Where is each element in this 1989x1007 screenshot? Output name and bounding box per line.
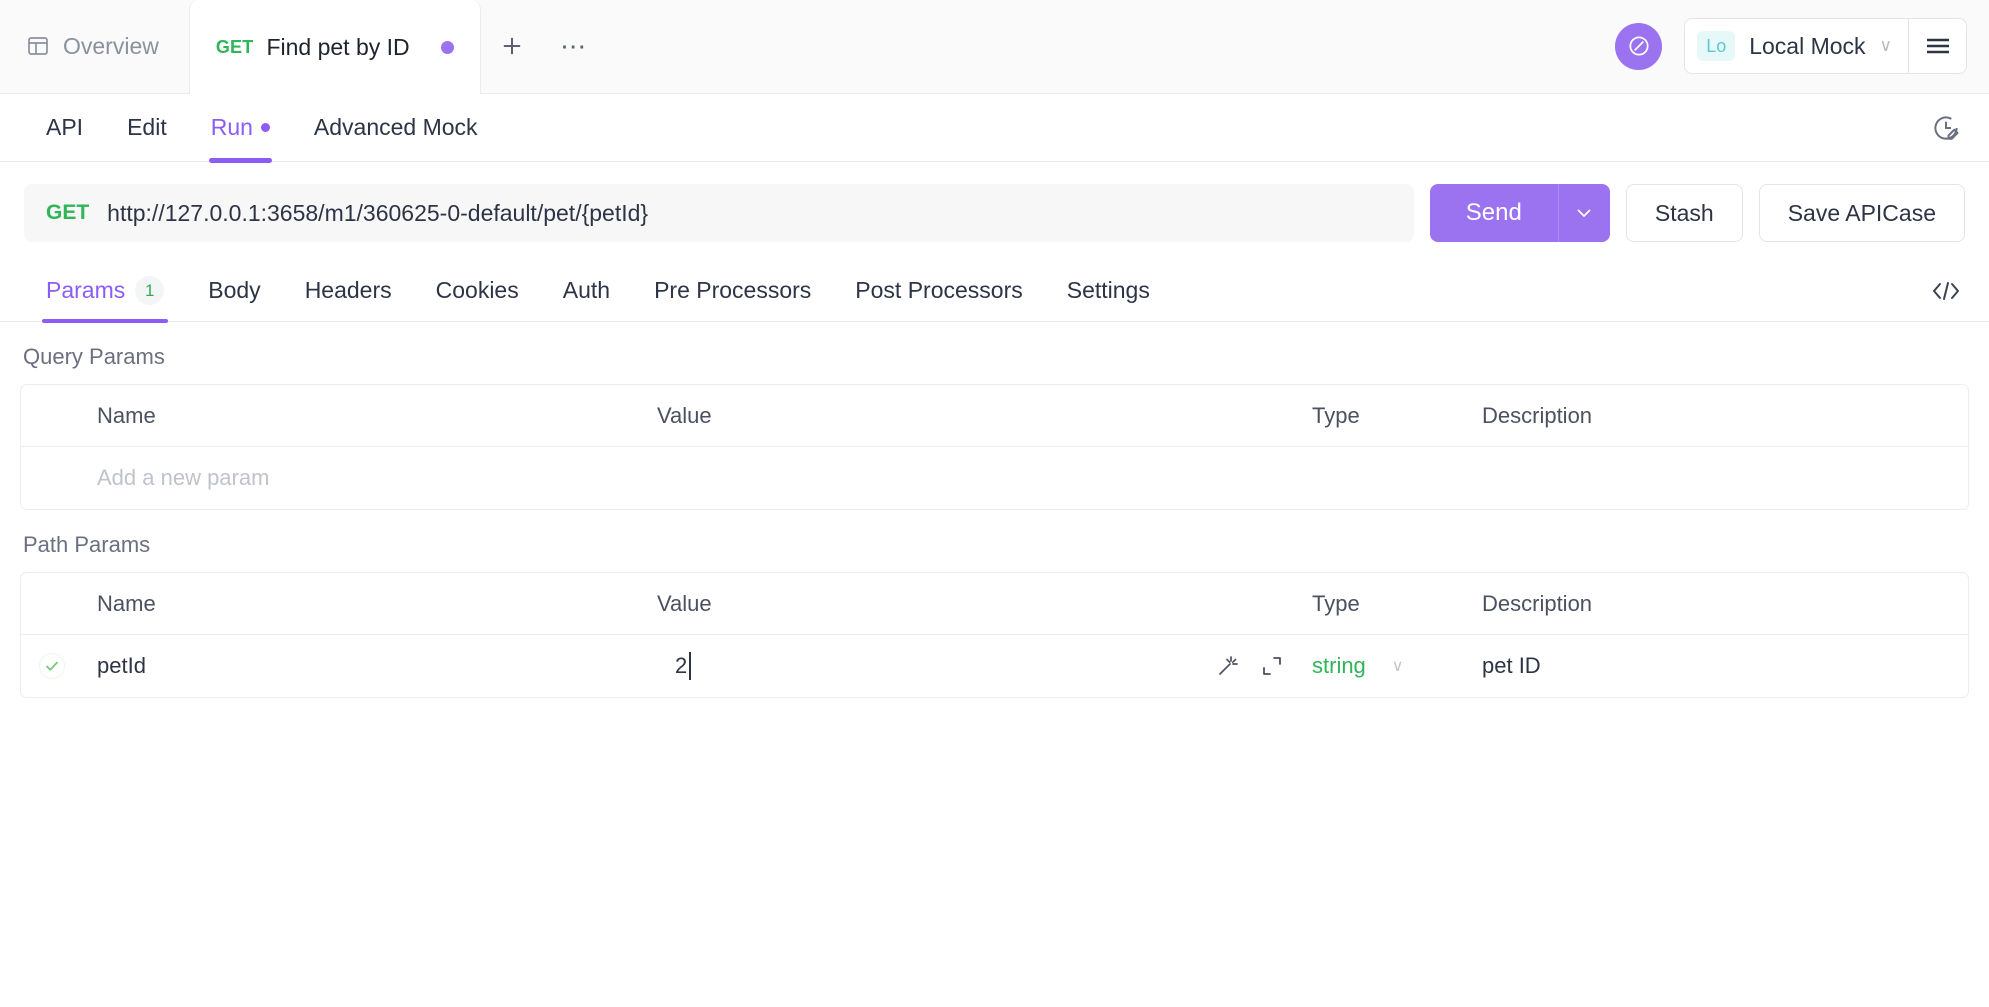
path-params-header-type: Type bbox=[1312, 590, 1360, 616]
environment-badge: Lo bbox=[1697, 31, 1736, 61]
send-button-label: Send bbox=[1465, 199, 1522, 226]
tab-run[interactable]: Run bbox=[189, 94, 292, 163]
tab-advanced-mock[interactable]: Advanced Mock bbox=[292, 94, 500, 162]
send-button-group: Send bbox=[1429, 184, 1610, 242]
tab-auth-label: Auth bbox=[562, 277, 611, 303]
magic-wand-icon[interactable] bbox=[1216, 654, 1240, 678]
tab-settings[interactable]: Settings bbox=[1045, 260, 1172, 322]
path-param-type-value: string bbox=[1312, 653, 1366, 678]
tab-api-label: API bbox=[46, 114, 84, 140]
text-caret bbox=[689, 652, 692, 680]
param-tabs-right-actions bbox=[1931, 280, 1989, 302]
url-input[interactable]: GET http://127.0.0.1:3658/m1/360625-0-de… bbox=[24, 184, 1414, 242]
unsaved-changes-dot bbox=[440, 40, 454, 54]
query-params-empty-row[interactable]: Add a new param bbox=[21, 447, 1968, 509]
tab-method-badge: GET bbox=[215, 36, 254, 57]
path-params-header-value: Value bbox=[657, 590, 712, 616]
query-params-header-type: Type bbox=[1312, 402, 1360, 428]
query-params-header-name: Name bbox=[97, 402, 156, 428]
query-params-header-value: Value bbox=[657, 402, 712, 428]
tab-edit[interactable]: Edit bbox=[105, 94, 189, 162]
tab-settings-label: Settings bbox=[1066, 277, 1150, 303]
query-params-title: Query Params bbox=[23, 344, 165, 369]
request-url-text: http://127.0.0.1:3658/m1/360625-0-defaul… bbox=[107, 199, 649, 226]
subnav-right-actions bbox=[1931, 113, 1989, 143]
chevron-down-icon: ∨ bbox=[1879, 36, 1892, 55]
query-params-header-description: Description bbox=[1482, 402, 1593, 428]
stash-button-label: Stash bbox=[1654, 199, 1714, 226]
tab-find-pet-by-id[interactable]: GET Find pet by ID bbox=[188, 0, 481, 94]
path-param-row-icons bbox=[1202, 654, 1298, 678]
send-options-button[interactable] bbox=[1557, 184, 1610, 242]
tab-body[interactable]: Body bbox=[186, 260, 282, 322]
environment-selector[interactable]: Lo Local Mock ∨ bbox=[1685, 19, 1908, 73]
save-apicase-button[interactable]: Save APICase bbox=[1758, 184, 1965, 242]
tab-api[interactable]: API bbox=[24, 94, 105, 162]
environment-selector-group: Lo Local Mock ∨ bbox=[1684, 18, 1967, 74]
path-params-table: Name Value Type Description petId 2 stri… bbox=[20, 572, 1969, 698]
menu-button[interactable] bbox=[1908, 19, 1966, 73]
tab-post-processors[interactable]: Post Processors bbox=[833, 260, 1044, 322]
params-panel: Query Params Name Value Type Description… bbox=[0, 322, 1989, 698]
chevron-down-icon bbox=[1576, 208, 1592, 218]
tab-advanced-mock-label: Advanced Mock bbox=[313, 114, 478, 140]
tab-params-label: Params bbox=[46, 277, 126, 303]
path-params-header-row: Name Value Type Description bbox=[21, 573, 1968, 635]
query-params-table: Name Value Type Description Add a new pa… bbox=[20, 384, 1969, 510]
tab-title: Find pet by ID bbox=[266, 33, 410, 60]
tab-body-label: Body bbox=[208, 277, 261, 303]
query-params-header-row: Name Value Type Description bbox=[21, 385, 1968, 447]
more-tabs-button[interactable]: ⋯ bbox=[543, 0, 605, 93]
request-url-row: GET http://127.0.0.1:3658/m1/360625-0-de… bbox=[0, 162, 1989, 260]
path-param-name-input[interactable]: petId bbox=[83, 653, 643, 679]
send-button[interactable]: Send bbox=[1429, 184, 1558, 242]
tab-overview-label: Overview bbox=[63, 32, 159, 59]
path-param-description-input[interactable]: pet ID bbox=[1468, 653, 1968, 679]
query-params-new-param-input[interactable]: Add a new param bbox=[83, 465, 643, 491]
tab-headers[interactable]: Headers bbox=[283, 260, 414, 322]
tab-edit-label: Edit bbox=[127, 114, 167, 140]
params-count-badge: 1 bbox=[135, 276, 165, 305]
new-tab-button[interactable] bbox=[481, 0, 543, 93]
more-tabs-label: ⋯ bbox=[560, 30, 588, 61]
hamburger-menu-icon bbox=[1925, 36, 1951, 56]
window-tab-bar: Overview GET Find pet by ID ⋯ Lo Local M… bbox=[0, 0, 1989, 94]
sync-circle-icon bbox=[1626, 33, 1652, 59]
tab-auth[interactable]: Auth bbox=[541, 260, 632, 322]
stash-button[interactable]: Stash bbox=[1625, 184, 1743, 242]
request-method-label: GET bbox=[46, 201, 90, 224]
layout-panel-icon bbox=[26, 34, 50, 58]
tab-overview[interactable]: Overview bbox=[0, 0, 189, 93]
path-params-header-name: Name bbox=[97, 590, 156, 616]
path-params-title: Path Params bbox=[23, 532, 151, 557]
sync-button[interactable] bbox=[1615, 22, 1663, 70]
code-brackets-icon[interactable] bbox=[1931, 280, 1961, 302]
path-param-enabled-checkbox[interactable] bbox=[21, 653, 83, 679]
tab-run-label: Run bbox=[210, 114, 253, 140]
tab-post-processors-label: Post Processors bbox=[855, 277, 1023, 303]
save-apicase-label: Save APICase bbox=[1787, 199, 1936, 226]
path-params-header-description: Description bbox=[1482, 590, 1593, 616]
table-row[interactable]: petId 2 string ∨ pet ID bbox=[21, 635, 1968, 697]
path-param-value-input[interactable]: 2 bbox=[643, 652, 1202, 680]
window-toolbar-right: Lo Local Mock ∨ bbox=[1615, 0, 1989, 93]
tab-cookies-label: Cookies bbox=[435, 277, 519, 303]
tab-pre-processors[interactable]: Pre Processors bbox=[632, 260, 833, 322]
tab-cookies[interactable]: Cookies bbox=[414, 260, 541, 322]
request-section-tabs: Params 1 Body Headers Cookies Auth Pre P… bbox=[0, 260, 1989, 323]
history-edit-icon[interactable] bbox=[1931, 113, 1961, 143]
check-icon bbox=[39, 653, 65, 679]
expand-editor-icon[interactable] bbox=[1260, 654, 1284, 678]
environment-name: Local Mock bbox=[1749, 32, 1866, 59]
chevron-down-icon: ∨ bbox=[1391, 658, 1404, 675]
path-param-type-select[interactable]: string ∨ bbox=[1298, 653, 1468, 679]
tab-params[interactable]: Params 1 bbox=[24, 260, 186, 323]
tab-pre-processors-label: Pre Processors bbox=[654, 277, 812, 303]
tab-headers-label: Headers bbox=[304, 277, 392, 303]
tab-run-modified-dot bbox=[260, 123, 270, 132]
request-mode-tabs: API Edit Run Advanced Mock bbox=[0, 94, 1989, 163]
path-param-value-text: 2 bbox=[675, 653, 688, 678]
